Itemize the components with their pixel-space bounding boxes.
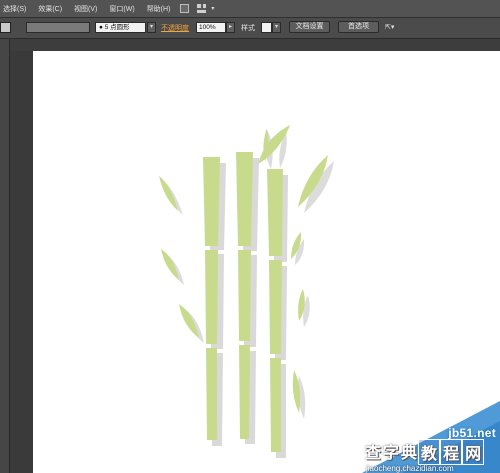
fill-swatch[interactable]	[0, 22, 11, 33]
tools-panel-edge	[0, 39, 10, 473]
bamboo-segment	[269, 260, 282, 354]
chevron-down-icon[interactable]: ▾	[211, 5, 214, 12]
document-setup-button[interactable]: 文档设置	[289, 21, 330, 33]
menu-view[interactable]: 视图(V)	[68, 4, 103, 14]
bridge-icon[interactable]	[180, 4, 190, 13]
bamboo-segment	[270, 358, 281, 452]
menu-help[interactable]: 帮助(H)	[141, 4, 177, 14]
preferences-button[interactable]: 首选项	[338, 21, 379, 33]
bamboo-segment	[267, 169, 283, 256]
menu-window[interactable]: 窗口(W)	[103, 4, 140, 14]
menu-select[interactable]: 选择(S)	[0, 4, 32, 14]
leaf	[179, 304, 199, 338]
leaf	[161, 249, 179, 280]
bamboo-segment	[236, 152, 253, 246]
bamboo-segment	[205, 250, 218, 344]
graphic-style-swatch[interactable]	[261, 22, 272, 33]
menu-effect[interactable]: 效果(C)	[32, 4, 68, 14]
style-label: 样式	[241, 25, 255, 32]
menu-bar: 选择(S) 效果(C) 视图(V) 窗口(W) 帮助(H) ▾	[0, 0, 500, 18]
bamboo-segment	[203, 157, 220, 246]
style-dropdown-arrow[interactable]: ▾	[272, 22, 281, 33]
artboard[interactable]	[33, 51, 500, 473]
opacity-link[interactable]: 不透明度	[161, 23, 189, 33]
bamboo-artwork	[159, 125, 334, 458]
bamboo-stalk-right	[267, 169, 283, 452]
bamboo-segment	[239, 345, 250, 439]
opacity-input[interactable]: 100%	[196, 22, 226, 33]
brush-dropdown-arrow[interactable]: ▾	[147, 22, 156, 33]
bamboo-segment	[206, 348, 217, 440]
arrange-documents-icon[interactable]: ⇱▾	[385, 23, 394, 31]
control-bar: ● 5 点圆形 ▾ 不透明度 100% ▸ 样式 ▾ 文档设置 首选项 ⇱▾	[0, 18, 500, 39]
workspace-layout-icon[interactable]	[197, 4, 207, 13]
leaf	[159, 176, 178, 211]
illustrator-window: 选择(S) 效果(C) 视图(V) 窗口(W) 帮助(H) ▾ ● 5 点圆形 …	[0, 0, 500, 473]
bamboo-segment	[238, 250, 251, 341]
stroke-weight-dropdown[interactable]	[26, 22, 90, 33]
document-tab-strip	[10, 39, 500, 51]
opacity-dropdown-arrow[interactable]: ▸	[226, 22, 235, 33]
brush-definition-field[interactable]: ● 5 点圆形	[95, 22, 146, 33]
